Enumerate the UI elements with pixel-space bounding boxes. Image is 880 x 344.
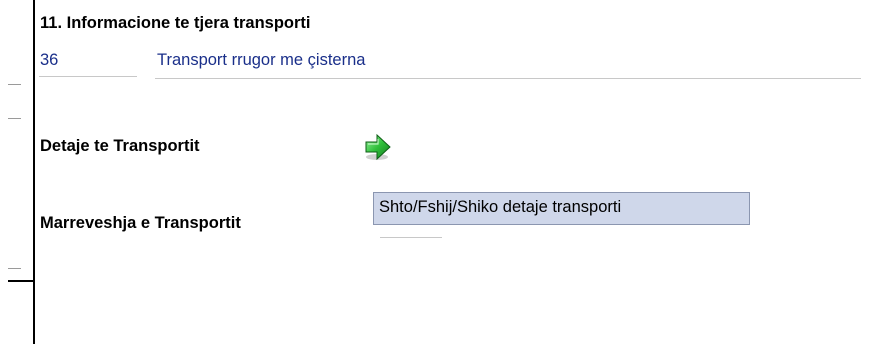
- left-margin-rule: [33, 0, 35, 344]
- margin-tick: [8, 118, 21, 119]
- margin-tick: [8, 268, 21, 269]
- transport-details-label: Detaje te Transportit: [40, 137, 200, 155]
- transport-description-value: Transport rrugor me çisterna: [157, 51, 366, 69]
- transport-details-button[interactable]: [362, 130, 396, 164]
- margin-tick: [8, 84, 21, 85]
- margin-tick-dark: [8, 280, 33, 282]
- section-title: 11. Informacione te tjera transporti: [40, 14, 311, 32]
- transport-code-value: 36: [40, 51, 59, 69]
- details-button-tooltip: Shto/Fshij/Shiko detaje transporti: [373, 192, 750, 225]
- green-arrow-icon: [365, 133, 391, 161]
- transport-agreement-label: Marreveshja e Transportit: [40, 214, 241, 232]
